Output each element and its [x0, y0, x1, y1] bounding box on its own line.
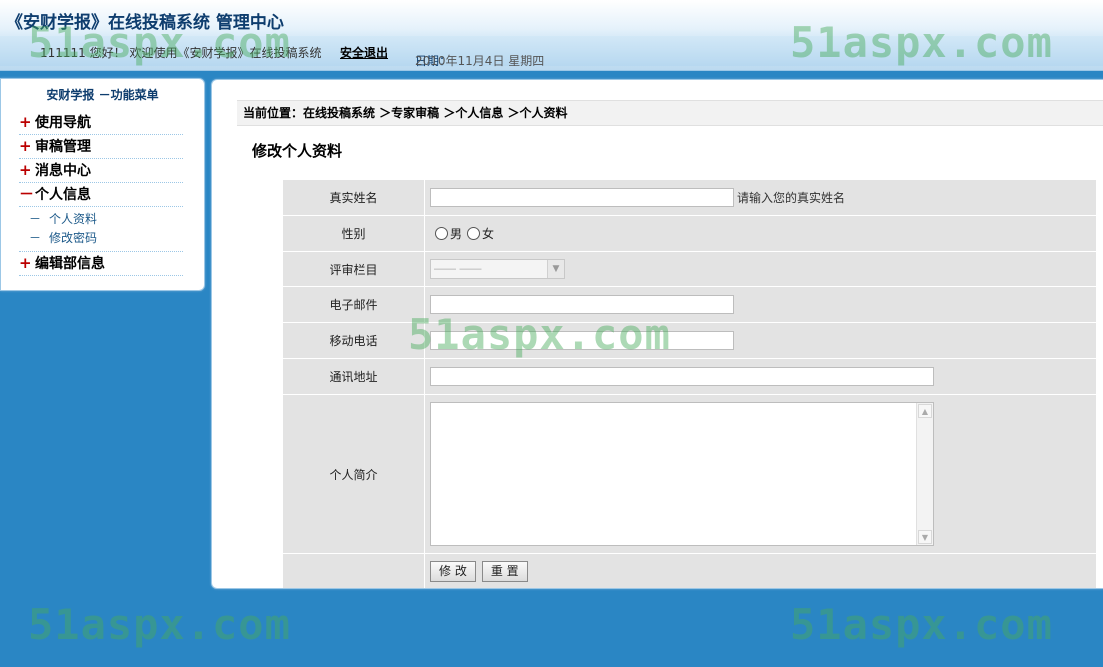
mobile-label: 移动电话 [283, 323, 425, 359]
email-label: 电子邮件 [283, 287, 425, 323]
breadcrumb: 当前位置：在线投稿系统 ＞专家审稿 ＞个人信息 ＞个人资料 [237, 100, 1103, 126]
submenu-item-profile[interactable]: － 个人资料 [29, 210, 183, 229]
menu-item-review-management[interactable]: + 审稿管理 [19, 135, 183, 159]
menu-item-label: 审稿管理 [35, 139, 91, 155]
menu-item-editorial-info[interactable]: + 编辑部信息 [19, 252, 183, 276]
review-column-value: ―― ―― [434, 262, 482, 275]
collapse-icon: － [19, 185, 35, 203]
menu-item-label: 个人信息 [35, 187, 91, 203]
date-value: 2010年11月4日 星期四 [415, 54, 545, 68]
menu-item-message-center[interactable]: + 消息中心 [19, 159, 183, 183]
welcome-text: 111111 您好！ 欢迎使用《安财学报》在线投稿系统 [40, 46, 322, 60]
page-title: 修改个人资料 [252, 142, 343, 160]
watermark-text: 51aspx.com [28, 600, 291, 649]
real-name-input[interactable] [430, 188, 734, 207]
menu-item-label: 消息中心 [35, 163, 91, 179]
watermark-text: 51aspx.com [790, 600, 1053, 649]
column-label: 评审栏目 [283, 252, 425, 287]
real-name-hint: 请输入您的真实姓名 [737, 191, 846, 205]
sidebar: 安财学报 －功能菜单 + 使用导航 + 审稿管理 + 消息中心 －个人信息 －个人资料… [0, 78, 205, 291]
expand-icon: + [19, 161, 32, 179]
submenu-item-change-password[interactable]: － 修改密码 [29, 229, 183, 248]
real-name-label: 真实姓名 [283, 180, 425, 216]
review-column-select[interactable]: ―― ―― ▼ [430, 259, 565, 279]
sidebar-menu: + 使用导航 + 审稿管理 + 消息中心 －个人信息 －个人资料 －修改密码 + 编辑部… [19, 111, 183, 276]
menu-item-personal-info[interactable]: －个人信息 [19, 183, 183, 207]
menu-item-label: 编辑部信息 [35, 256, 105, 272]
dash-icon: － [29, 231, 42, 245]
dash-icon: － [29, 212, 42, 226]
reset-button[interactable]: 重 置 [481, 560, 528, 582]
header: 《安财学报》在线投稿系统 管理中心 111111 您好！ 欢迎使用《安财学报》在… [0, 0, 1103, 71]
gender-label: 性别 [283, 216, 425, 252]
address-label: 通讯地址 [283, 359, 425, 395]
header-info-bar: 111111 您好！ 欢迎使用《安财学报》在线投稿系统 安全退出 日期： 2010… [0, 36, 1103, 68]
bio-textarea[interactable]: ▲ ▼ [430, 402, 934, 546]
gender-male-radio[interactable] [435, 227, 448, 240]
sidebar-title: 安财学报 －功能菜单 [46, 88, 159, 102]
submenu-personal-info: － 个人资料 － 修改密码 [19, 207, 183, 252]
expand-icon: + [19, 113, 32, 131]
breadcrumb-text: 当前位置：在线投稿系统 ＞专家审稿 ＞个人信息 ＞个人资料 [243, 106, 568, 120]
profile-form: 真实姓名 请输入您的真实姓名 性别 男 女 评审栏目 ―― ―― ▼ 电子邮件 移动… [283, 180, 1096, 588]
submit-button[interactable]: 修 改 [430, 560, 476, 582]
menu-item-label: 使用导航 [35, 115, 91, 131]
gender-female-radio[interactable] [467, 227, 481, 240]
menu-item-usage-guide[interactable]: + 使用导航 [19, 111, 183, 135]
mobile-input[interactable] [430, 331, 734, 350]
submenu-item-label: 个人资料 [49, 212, 98, 226]
scroll-up-icon[interactable]: ▲ [918, 404, 932, 418]
scroll-down-icon[interactable]: ▼ [918, 530, 932, 544]
email-input[interactable] [430, 295, 734, 314]
chevron-down-icon: ▼ [547, 260, 564, 278]
address-input[interactable] [430, 367, 934, 386]
app-title: 《安财学报》在线投稿系统 管理中心 [6, 13, 284, 33]
submenu-item-label: 修改密码 [49, 231, 98, 245]
gender-male-label: 男 [450, 227, 463, 241]
logout-link[interactable]: 安全退出 [340, 44, 388, 61]
main-panel: 当前位置：在线投稿系统 ＞专家审稿 ＞个人信息 ＞个人资料 修改个人资料 真实姓… [211, 79, 1103, 589]
expand-icon: + [19, 137, 32, 155]
scrollbar[interactable]: ▲ ▼ [916, 403, 933, 545]
bio-label: 个人简介 [283, 395, 425, 554]
expand-icon: + [19, 254, 32, 272]
gender-female-label: 女 [482, 227, 495, 241]
